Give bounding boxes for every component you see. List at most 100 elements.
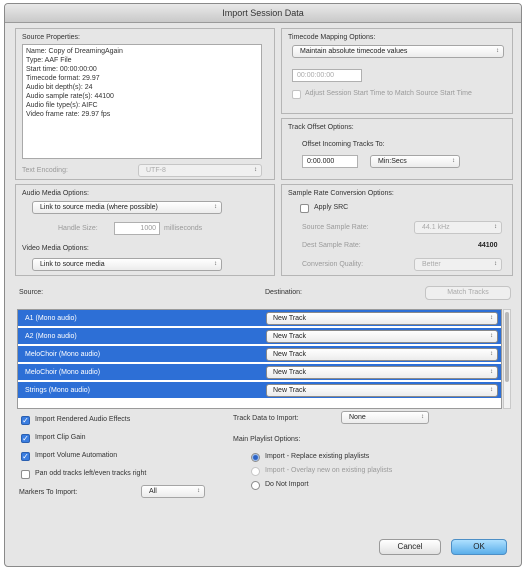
ok-button-label: OK — [473, 542, 485, 551]
table-row[interactable]: Strings (Mono audio) New Track ↕ — [18, 382, 501, 399]
popup-arrows-icon: ↕ — [490, 369, 493, 375]
markers-value: All — [149, 488, 157, 495]
video-media-value: Link to source media — [40, 261, 105, 268]
source-rate-popup[interactable]: 44.1 kHz ↕ — [414, 221, 502, 234]
conversion-quality-value: Better — [422, 261, 441, 268]
volume-automation-label: Import Volume Automation — [35, 452, 118, 459]
table-row[interactable]: A2 (Mono audio) New Track ↕ — [18, 328, 501, 345]
cancel-button[interactable]: Cancel — [379, 539, 441, 555]
table-row[interactable]: MeloChoir (Mono audio) New Track ↕ — [18, 364, 501, 381]
sample-rate-heading: Sample Rate Conversion Options: — [288, 190, 394, 197]
source-prop-line: Timecode format: 29.97 — [26, 75, 100, 82]
offset-value-field[interactable]: 0:00.000 — [302, 155, 358, 168]
text-encoding-label: Text Encoding: — [22, 167, 68, 174]
track-offset-heading: Track Offset Options: — [288, 124, 354, 131]
source-properties-text: Name: Copy of DreamingAgain Type: AAF Fi… — [22, 44, 262, 159]
media-options-panel: Audio Media Options: Link to source medi… — [15, 184, 275, 276]
timecode-field-value: 00:00:00:00 — [297, 72, 334, 79]
apply-src-label: Apply SRC — [314, 204, 349, 211]
source-prop-line: Audio bit depth(s): 24 — [26, 84, 93, 91]
source-properties-panel: Source Properties: Name: Copy of Dreamin… — [15, 28, 275, 180]
conversion-quality-popup[interactable]: Better ↕ — [414, 258, 502, 271]
source-prop-line: Type: AAF File — [26, 57, 72, 64]
playlist-replace-radio[interactable] — [251, 453, 260, 462]
popup-arrows-icon: ↕ — [490, 351, 493, 357]
handle-size-field[interactable]: 1000 — [114, 222, 160, 235]
clip-gain-label: Import Clip Gain — [35, 434, 86, 441]
dest-rate-value: 44100 — [478, 242, 498, 249]
timecode-field[interactable]: 00:00:00:00 — [292, 69, 362, 82]
source-prop-line: Start time: 00:00:00:00 — [26, 66, 97, 73]
popup-arrows-icon: ↕ — [214, 261, 217, 267]
source-rate-label: Source Sample Rate: — [302, 224, 369, 231]
audio-media-popup[interactable]: Link to source media (where possible) ↕ — [32, 201, 222, 214]
track-source: MeloChoir (Mono audio) — [25, 351, 101, 358]
source-prop-line: Name: Copy of DreamingAgain — [26, 48, 123, 55]
track-destination-value: New Track — [273, 351, 307, 358]
track-source: A2 (Mono audio) — [25, 333, 77, 340]
track-destination-popup[interactable]: New Track ↕ — [266, 366, 498, 379]
handle-unit-label: milliseconds — [164, 225, 203, 232]
track-list: A1 (Mono audio) New Track ↕ A2 (Mono aud… — [17, 309, 502, 409]
match-tracks-button[interactable]: Match Tracks — [425, 286, 511, 300]
track-data-popup[interactable]: None ↕ — [341, 411, 429, 424]
popup-arrows-icon: ↕ — [197, 488, 200, 494]
offset-value: 0:00.000 — [307, 158, 335, 165]
markers-label: Markers To Import: — [19, 489, 78, 496]
cancel-button-label: Cancel — [397, 542, 423, 551]
timecode-heading: Timecode Mapping Options: — [288, 34, 376, 41]
popup-arrows-icon: ↕ — [494, 224, 497, 230]
dialog-title: Import Session Data — [5, 4, 521, 23]
rendered-effects-label: Import Rendered Audio Effects — [35, 416, 131, 423]
track-destination-value: New Track — [273, 315, 307, 322]
conversion-quality-label: Conversion Quality: — [302, 261, 364, 268]
track-offset-panel: Track Offset Options: Offset Incoming Tr… — [281, 118, 513, 180]
track-list-scrollbar[interactable] — [503, 309, 511, 409]
track-destination-popup[interactable]: New Track ↕ — [266, 312, 498, 325]
track-destination-value: New Track — [273, 387, 307, 394]
pan-odd-even-label: Pan odd tracks left/even tracks right — [35, 470, 147, 477]
track-destination-popup[interactable]: New Track ↕ — [266, 348, 498, 361]
markers-popup[interactable]: All ↕ — [141, 485, 205, 498]
source-prop-line: Audio file type(s): AIFC — [26, 102, 98, 109]
timecode-mapping-panel: Timecode Mapping Options: Maintain absol… — [281, 28, 513, 114]
source-prop-line: Audio sample rate(s): 44100 — [26, 93, 114, 100]
offset-unit-popup[interactable]: Min:Secs ↕ — [370, 155, 460, 168]
clip-gain-checkbox[interactable]: ✓ — [21, 434, 30, 443]
playlist-none-radio[interactable] — [251, 481, 260, 490]
video-media-popup[interactable]: Link to source media ↕ — [32, 258, 222, 271]
handle-size-value: 1000 — [140, 225, 156, 232]
audio-media-value: Link to source media (where possible) — [40, 204, 158, 211]
popup-arrows-icon: ↕ — [496, 48, 499, 54]
popup-arrows-icon: ↕ — [490, 387, 493, 393]
rendered-effects-checkbox[interactable]: ✓ — [21, 416, 30, 425]
track-destination-popup[interactable]: New Track ↕ — [266, 384, 498, 397]
track-data-value: None — [349, 414, 366, 421]
track-destination-value: New Track — [273, 369, 307, 376]
text-encoding-popup[interactable]: UTF-8 ↕ — [138, 164, 262, 177]
popup-arrows-icon: ↕ — [494, 261, 497, 267]
timecode-mode-value: Maintain absolute timecode values — [300, 48, 408, 55]
playlist-overlay-radio[interactable] — [251, 467, 260, 476]
apply-src-checkbox[interactable] — [300, 204, 309, 213]
track-destination-value: New Track — [273, 333, 307, 340]
table-row[interactable]: MeloChoir (Mono audio) New Track ↕ — [18, 346, 501, 363]
scrollbar-thumb[interactable] — [505, 312, 509, 382]
source-prop-line: Video frame rate: 29.97 fps — [26, 111, 111, 118]
source-rate-value: 44.1 kHz — [422, 224, 450, 231]
ok-button[interactable]: OK — [451, 539, 507, 555]
offset-unit-value: Min:Secs — [378, 158, 407, 165]
volume-automation-checkbox[interactable]: ✓ — [21, 452, 30, 461]
playlist-replace-label: Import - Replace existing playlists — [265, 453, 370, 460]
popup-arrows-icon: ↕ — [452, 158, 455, 164]
track-source: Strings (Mono audio) — [25, 387, 90, 394]
match-tracks-label: Match Tracks — [447, 289, 489, 296]
track-data-label: Track Data to Import: — [233, 415, 299, 422]
track-destination-popup[interactable]: New Track ↕ — [266, 330, 498, 343]
adjust-start-time-checkbox[interactable] — [292, 90, 301, 99]
sample-rate-panel: Sample Rate Conversion Options: Apply SR… — [281, 184, 513, 276]
pan-odd-even-checkbox[interactable] — [21, 470, 30, 479]
timecode-mode-popup[interactable]: Maintain absolute timecode values ↕ — [292, 45, 504, 58]
table-row[interactable]: A1 (Mono audio) New Track ↕ — [18, 310, 501, 327]
handle-size-label: Handle Size: — [58, 225, 98, 232]
